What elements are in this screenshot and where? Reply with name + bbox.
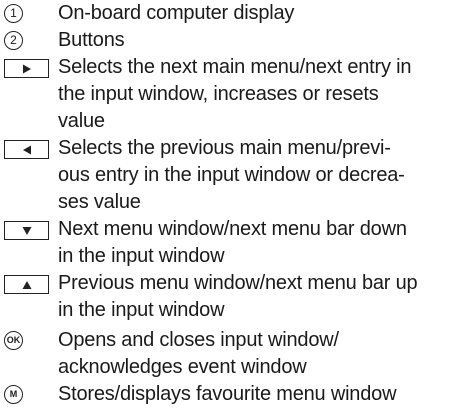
item-description: Previous menu window/next menu bar up in…	[58, 272, 418, 321]
item-description: Opens and closes input window/ acknowled…	[58, 329, 339, 378]
item-description: Next menu window/next menu bar down in t…	[58, 218, 407, 267]
item-description: On-board computer display	[58, 2, 295, 24]
legend-list: 1 On-board computer display 2 Buttons Se…	[0, 0, 464, 411]
down-arrow-button-icon	[4, 221, 49, 240]
item-description: Selects the previous main menu/previ- ou…	[58, 137, 405, 213]
item-description: Stores/displays favourite menu window	[58, 383, 397, 405]
ok-button-icon: OK	[4, 331, 23, 350]
up-arrow-button-icon	[4, 275, 49, 294]
callout-number-1: 1	[4, 4, 23, 23]
item-description: Selects the next main menu/next entry in…	[58, 56, 412, 132]
right-arrow-button-icon	[4, 59, 49, 78]
favourite-menu-button-icon: M	[4, 385, 23, 404]
callout-number-2: 2	[4, 31, 23, 50]
left-arrow-button-icon	[4, 140, 49, 159]
item-description: Buttons	[58, 29, 125, 51]
